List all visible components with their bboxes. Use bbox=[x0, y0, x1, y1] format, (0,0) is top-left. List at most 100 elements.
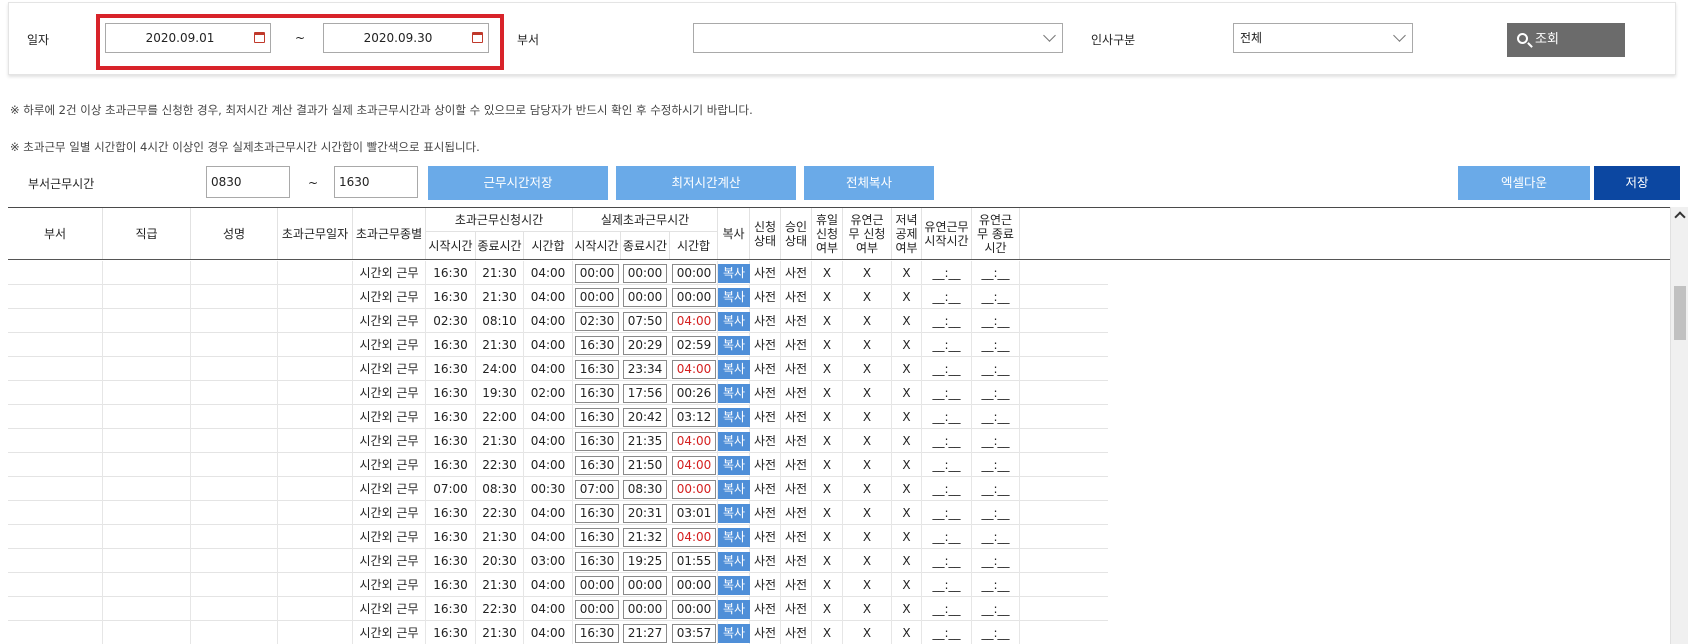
actual-end-input[interactable]: 00:00 bbox=[623, 576, 667, 595]
row-copy-button[interactable]: 복사 bbox=[718, 504, 750, 523]
actual-start-input[interactable]: 16:30 bbox=[575, 336, 619, 355]
row-copy-button[interactable]: 복사 bbox=[718, 600, 750, 619]
row-copy-button[interactable]: 복사 bbox=[718, 312, 750, 331]
actual-sum-input[interactable]: 01:55 bbox=[672, 552, 716, 571]
actual-end-input[interactable]: 21:35 bbox=[623, 432, 667, 451]
applied-start-cell: 16:30 bbox=[426, 381, 476, 405]
actual-sum-input[interactable]: 03:57 bbox=[672, 624, 716, 643]
ot-type-cell: 시간외 근무 bbox=[353, 261, 426, 285]
actual-start-input[interactable]: 00:00 bbox=[575, 576, 619, 595]
actual-end-input[interactable]: 21:50 bbox=[623, 456, 667, 475]
actual-start-input[interactable]: 16:30 bbox=[575, 384, 619, 403]
actual-end-input[interactable]: 21:32 bbox=[623, 528, 667, 547]
approve-status-cell: 사전 bbox=[781, 357, 812, 381]
ot-type-cell: 시간외 근무 bbox=[353, 381, 426, 405]
actual-start-input[interactable]: 16:30 bbox=[575, 504, 619, 523]
actual-sum-input[interactable]: 04:00 bbox=[672, 360, 716, 379]
actual-sum-input[interactable]: 00:26 bbox=[672, 384, 716, 403]
chevron-up-icon[interactable] bbox=[1674, 211, 1686, 223]
applied-start-cell: 16:30 bbox=[426, 357, 476, 381]
row-copy-button[interactable]: 복사 bbox=[718, 480, 750, 499]
hr-type-select[interactable]: 전체 bbox=[1233, 23, 1413, 53]
actual-start-input[interactable]: 16:30 bbox=[575, 528, 619, 547]
save-hours-button[interactable]: 근무시간저장 bbox=[428, 166, 608, 200]
ot-type-cell: 시간외 근무 bbox=[353, 333, 426, 357]
scrollbar-thumb[interactable] bbox=[1674, 286, 1686, 340]
row-copy-button[interactable]: 복사 bbox=[718, 456, 750, 475]
row-copy-button[interactable]: 복사 bbox=[718, 360, 750, 379]
actual-sum-input[interactable]: 00:00 bbox=[672, 576, 716, 595]
actual-end-input[interactable]: 00:00 bbox=[623, 264, 667, 283]
applied-sum-cell: 04:00 bbox=[524, 333, 573, 357]
row-copy-button[interactable]: 복사 bbox=[718, 576, 750, 595]
actual-end-input[interactable]: 20:42 bbox=[623, 408, 667, 427]
row-copy-button[interactable]: 복사 bbox=[718, 432, 750, 451]
col-ot-date: 초과근무일자 bbox=[278, 208, 353, 259]
actual-start-input[interactable]: 16:30 bbox=[575, 552, 619, 571]
approve-status-cell: 사전 bbox=[781, 621, 812, 644]
flex-end-cell: __:__ bbox=[972, 621, 1020, 644]
actual-sum-input[interactable]: 00:00 bbox=[672, 288, 716, 307]
flex-apply-cell: X bbox=[843, 429, 892, 453]
excel-download-button[interactable]: 엑셀다운 bbox=[1458, 166, 1590, 200]
flex-end-cell: __:__ bbox=[972, 381, 1020, 405]
row-copy-button[interactable]: 복사 bbox=[718, 336, 750, 355]
copy-all-button[interactable]: 전체복사 bbox=[804, 166, 934, 200]
applied-sum-cell: 04:00 bbox=[524, 453, 573, 477]
save-button[interactable]: 저장 bbox=[1594, 166, 1680, 200]
actual-sum-input[interactable]: 04:00 bbox=[672, 312, 716, 331]
actual-end-input[interactable]: 00:00 bbox=[623, 600, 667, 619]
actual-end-input[interactable]: 08:30 bbox=[623, 480, 667, 499]
actual-end-input[interactable]: 07:50 bbox=[623, 312, 667, 331]
actual-end-input[interactable]: 20:31 bbox=[623, 504, 667, 523]
rank-cell bbox=[103, 429, 191, 453]
dept-select[interactable] bbox=[693, 23, 1063, 53]
actual-end-input[interactable]: 00:00 bbox=[623, 288, 667, 307]
actual-sum-input[interactable]: 00:00 bbox=[672, 264, 716, 283]
actual-sum-input[interactable]: 00:00 bbox=[672, 480, 716, 499]
row-copy-button[interactable]: 복사 bbox=[718, 552, 750, 571]
actual-end-input[interactable]: 21:27 bbox=[623, 624, 667, 643]
actual-sum-input[interactable]: 00:00 bbox=[672, 600, 716, 619]
actual-start-input[interactable]: 07:00 bbox=[575, 480, 619, 499]
actual-start-input[interactable]: 16:30 bbox=[575, 456, 619, 475]
actual-start-input[interactable]: 16:30 bbox=[575, 408, 619, 427]
calc-min-time-button[interactable]: 최저시간계산 bbox=[616, 166, 796, 200]
actual-end-input[interactable]: 19:25 bbox=[623, 552, 667, 571]
actual-sum-input[interactable]: 04:00 bbox=[672, 432, 716, 451]
dept-start-input[interactable]: 0830 bbox=[206, 166, 290, 198]
actual-start-input[interactable]: 16:30 bbox=[575, 360, 619, 379]
rank-cell bbox=[103, 501, 191, 525]
row-copy-button[interactable]: 복사 bbox=[718, 264, 750, 283]
row-copy-button[interactable]: 복사 bbox=[718, 288, 750, 307]
actual-start-input[interactable]: 02:30 bbox=[575, 312, 619, 331]
actual-end-input[interactable]: 20:29 bbox=[623, 336, 667, 355]
search-button[interactable]: 조회 bbox=[1507, 23, 1625, 57]
flex-apply-cell: X bbox=[843, 261, 892, 285]
actual-start-input[interactable]: 00:00 bbox=[575, 264, 619, 283]
actual-start-input[interactable]: 00:00 bbox=[575, 288, 619, 307]
actual-sum-input[interactable]: 04:00 bbox=[672, 456, 716, 475]
actual-start-input[interactable]: 16:30 bbox=[575, 624, 619, 643]
dept-end-input[interactable]: 1630 bbox=[334, 166, 418, 198]
flex-start-cell: __:__ bbox=[922, 285, 972, 309]
actual-start-input[interactable]: 00:00 bbox=[575, 600, 619, 619]
flex-apply-cell: X bbox=[843, 309, 892, 333]
name-cell bbox=[191, 453, 278, 477]
apply-status-cell: 사전 bbox=[750, 477, 781, 501]
row-copy-button[interactable]: 복사 bbox=[718, 384, 750, 403]
actual-sum-input[interactable]: 03:01 bbox=[672, 504, 716, 523]
ot-type-cell: 시간외 근무 bbox=[353, 549, 426, 573]
actual-end-input[interactable]: 23:34 bbox=[623, 360, 667, 379]
actual-end-input[interactable]: 17:56 bbox=[623, 384, 667, 403]
row-copy-button[interactable]: 복사 bbox=[718, 624, 750, 643]
actual-sum-input[interactable]: 03:12 bbox=[672, 408, 716, 427]
actual-start-input[interactable]: 16:30 bbox=[575, 432, 619, 451]
holiday-apply-cell: X bbox=[812, 381, 843, 405]
actual-sum-input[interactable]: 02:59 bbox=[672, 336, 716, 355]
grid-scrollbar[interactable] bbox=[1670, 207, 1688, 644]
approve-status-cell: 사전 bbox=[781, 453, 812, 477]
actual-sum-input[interactable]: 04:00 bbox=[672, 528, 716, 547]
row-copy-button[interactable]: 복사 bbox=[718, 528, 750, 547]
row-copy-button[interactable]: 복사 bbox=[718, 408, 750, 427]
